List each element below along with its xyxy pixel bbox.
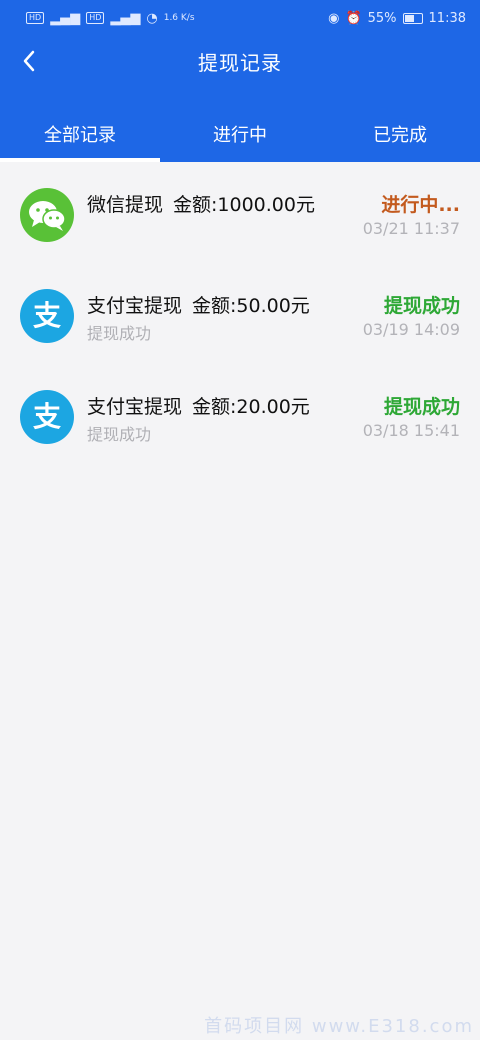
record-status: 进行中...: [381, 193, 460, 216]
record-time: 03/19 14:09: [362, 319, 460, 339]
record-body: 微信提现 金额:1000.00元 进行中... 03/21 11:37: [87, 188, 460, 242]
svg-text:支: 支: [33, 300, 61, 331]
tab-all[interactable]: 全部记录: [0, 105, 160, 162]
record-body: 支付宝提现 金额:20.00元 提现成功 提现成功 03/18 15:41: [87, 390, 460, 444]
battery-icon: [402, 12, 423, 24]
record-title: 支付宝提现 金额:50.00元: [87, 291, 310, 318]
record-time: 03/21 11:37: [362, 218, 460, 238]
record-time: 03/18 15:41: [362, 420, 460, 440]
tab-bar: 全部记录 进行中 已完成: [0, 105, 480, 162]
wechat-icon: [20, 187, 74, 242]
record-status: 提现成功: [383, 294, 460, 317]
record-body: 支付宝提现 金额:50.00元 提现成功 提现成功 03/19 14:09: [87, 289, 460, 343]
status-left: HD ▂▄▆ HD ▂▄▆ ◔ 1.6 K/s: [26, 11, 195, 26]
net-speed: 1.6 K/s: [163, 13, 195, 23]
app-header: HD ▂▄▆ HD ▂▄▆ ◔ 1.6 K/s ◉ ⏰ 55% 11:38 提现…: [0, 0, 480, 162]
alarm-icon: ⏰: [345, 10, 362, 26]
status-bar: HD ▂▄▆ HD ▂▄▆ ◔ 1.6 K/s ◉ ⏰ 55% 11:38: [0, 0, 480, 36]
list-item[interactable]: 微信提现 金额:1000.00元 进行中... 03/21 11:37: [0, 164, 480, 265]
watermark: 首码项目网 www.E318.com: [204, 1016, 474, 1037]
record-note: 提现成功: [87, 323, 152, 343]
signal-icon: ▂▄▆: [50, 10, 81, 26]
hd-badge-2: HD: [86, 12, 105, 24]
signal-icon-2: ▂▄▆: [110, 10, 141, 26]
battery-percent: 55%: [367, 10, 397, 26]
chevron-left-icon: [23, 50, 35, 72]
hd-badge: HD: [26, 12, 45, 24]
back-button[interactable]: [14, 46, 44, 76]
tab-completed[interactable]: 已完成: [320, 105, 480, 162]
record-channel: 微信提现: [87, 193, 164, 216]
alipay-icon: 支: [20, 389, 74, 444]
record-channel: 支付宝提现: [87, 294, 183, 317]
alipay-icon: 支: [20, 288, 74, 343]
record-title: 支付宝提现 金额:20.00元: [87, 392, 310, 419]
record-amount: 金额:50.00元: [192, 294, 310, 317]
eye-icon: ◉: [328, 10, 340, 26]
list-item[interactable]: 支 支付宝提现 金额:20.00元 提现成功 提现成功 03/18 15:41: [0, 366, 480, 467]
title-bar: 提现记录: [0, 36, 480, 86]
svg-text:支: 支: [33, 401, 61, 432]
record-title: 微信提现 金额:1000.00元: [87, 190, 315, 217]
record-status: 提现成功: [383, 395, 460, 418]
record-note: 提现成功: [87, 424, 152, 444]
record-amount: 金额:1000.00元: [173, 193, 315, 216]
list-item[interactable]: 支 支付宝提现 金额:50.00元 提现成功 提现成功 03/19 14:09: [0, 265, 480, 366]
record-amount: 金额:20.00元: [192, 395, 310, 418]
record-channel: 支付宝提现: [87, 395, 183, 418]
page-title: 提现记录: [198, 50, 282, 75]
wifi-icon: ◔: [146, 10, 158, 26]
clock: 11:38: [428, 10, 466, 26]
tab-in-progress[interactable]: 进行中: [160, 105, 320, 162]
record-list: 微信提现 金额:1000.00元 进行中... 03/21 11:37 支 支付宝…: [0, 162, 480, 467]
status-right: ◉ ⏰ 55% 11:38: [328, 11, 466, 26]
